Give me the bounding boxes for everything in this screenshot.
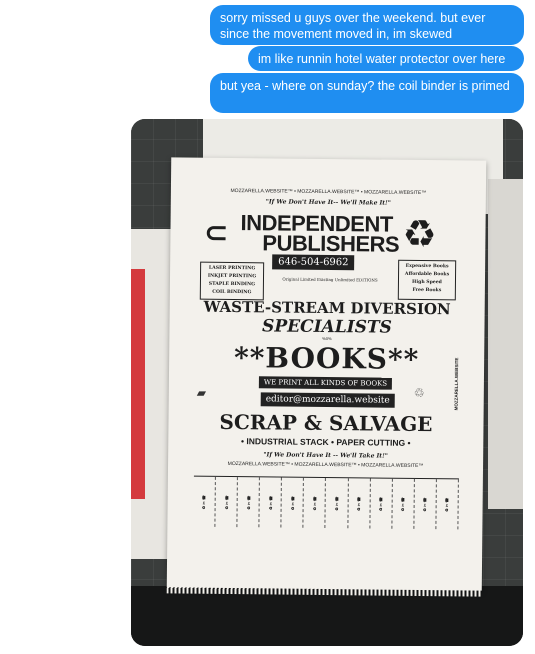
- tear-tab: ♻ ✂ ☎: [370, 478, 393, 529]
- tear-tab: ♻ ✂ ☎: [215, 476, 239, 528]
- poster-bottom-row: MOZZARELLA.WEBSITE™ • MOZZARELLA.WEBSITE…: [227, 460, 424, 470]
- tear-tab: ♻ ✂ ☎: [303, 477, 327, 529]
- tear-tab: ♻ ✂ ☎: [259, 477, 283, 528]
- tear-tab: ♻ ✂ ☎: [325, 478, 349, 529]
- magnet-icon: ⊂: [204, 216, 229, 248]
- right-box-line: Affordable Books: [404, 271, 450, 278]
- poster-editions: Original Limited Existing Unlimited EDIT…: [282, 276, 378, 283]
- tear-tab: ♻ ✂ ☎: [347, 478, 371, 529]
- butter-icon: ▰: [196, 385, 207, 400]
- background-paper-right: [488, 179, 523, 509]
- poster-scrap-salvage: SCRAP & SALVAGE: [219, 409, 433, 437]
- poster-industrial: • INDUSTRIAL STACK • PAPER CUTTING •: [240, 436, 411, 448]
- poster-motto-2: "If We Don't Have It -- We'll Take It!": [263, 451, 388, 460]
- tear-tab: ♻ ✂ ☎: [193, 476, 216, 527]
- message-bubble-2[interactable]: im like runnin hotel water protector ove…: [248, 46, 524, 71]
- tear-tab: ♻ ✂ ☎: [414, 478, 437, 530]
- poster-top-row: MOZZARELLA.WEBSITE™ • MOZZARELLA.WEBSITE…: [230, 187, 427, 197]
- tear-tab: ♻ ✂ ☎: [281, 477, 305, 528]
- tear-tab: ♻ ✂ ☎: [237, 477, 261, 528]
- poster-phone: 646-504-6962: [272, 254, 355, 271]
- poster-email: editor@mozzarella.website: [260, 392, 395, 408]
- message-bubble-3[interactable]: but yea - where on sunday? the coil bind…: [210, 73, 524, 113]
- tear-tab: ♻ ✂ ☎: [436, 479, 459, 530]
- photo-attachment[interactable]: MOZZARELLA.WEBSITE™ • MOZZARELLA.WEBSITE…: [131, 119, 523, 646]
- poster-right-box: Expensive Books Affordable Books High Sp…: [397, 259, 457, 301]
- poster-print-all: WE PRINT ALL KINDS OF BOOKS: [258, 376, 393, 390]
- left-box-line: COIL BINDING: [212, 289, 252, 296]
- poster-motto: "If We Don't Have It-- We'll Make It!": [265, 198, 391, 207]
- tear-tab: ♻ ✂ ☎: [392, 478, 415, 529]
- recycle-icon: ♻: [402, 213, 437, 257]
- message-bubble-1[interactable]: sorry missed u guys over the weekend. bu…: [210, 5, 524, 45]
- poster-books: **BOOKS**: [233, 341, 420, 376]
- poster-left-box: LASER PRINTING INKJET PRINTING STAPLE BI…: [199, 261, 265, 301]
- recycle-bin-icon: ♲: [413, 385, 425, 401]
- poster-side-text: MOZZARELLA.WEBSITE: [453, 357, 460, 411]
- red-folder: [131, 269, 145, 499]
- poster-tear-tabs: ♻ ✂ ☎ ♻ ✂ ☎ ♻ ✂ ☎ ♻ ✂ ☎ ♻ ✂ ☎ ♻ ✂ ☎ ♻ ✂ …: [193, 475, 459, 530]
- right-box-line: Free Books: [412, 287, 442, 294]
- fabric-poster: MOZZARELLA.WEBSITE™ • MOZZARELLA.WEBSITE…: [166, 157, 487, 597]
